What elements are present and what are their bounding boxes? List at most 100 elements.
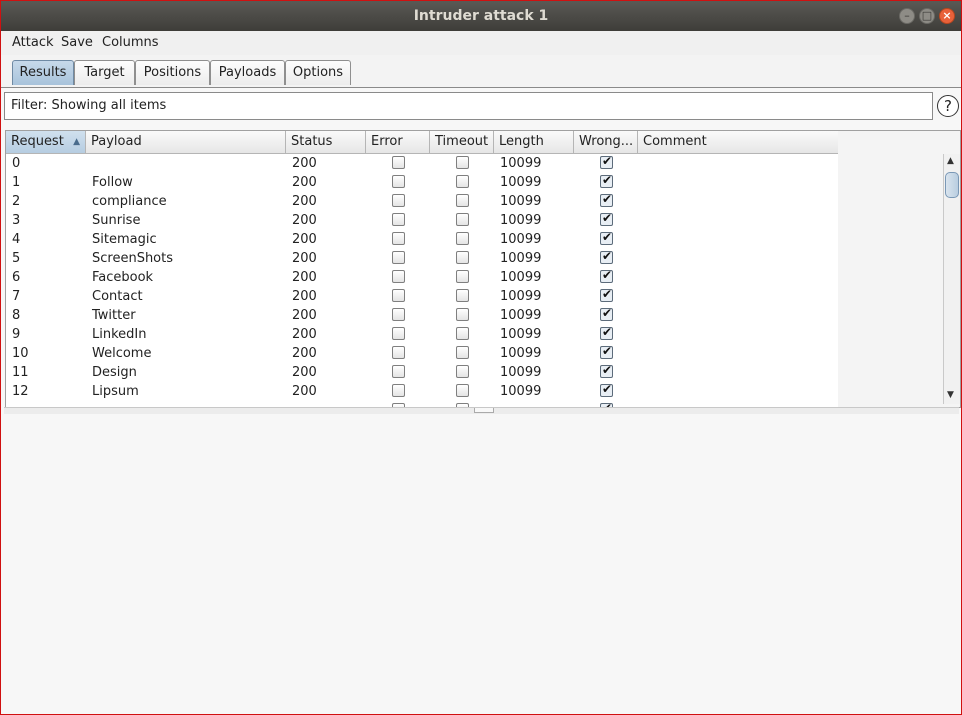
error-checkbox[interactable] bbox=[392, 270, 405, 283]
menu-columns[interactable]: Columns bbox=[102, 35, 159, 50]
column-wrong[interactable]: Wrong... bbox=[574, 131, 638, 153]
column-status[interactable]: Status bbox=[286, 131, 366, 153]
status-cell: 200 bbox=[292, 346, 317, 361]
wrong-checkbox[interactable] bbox=[600, 344, 613, 359]
table-row[interactable]: 9 LinkedIn 200 10099 bbox=[6, 325, 838, 344]
maximize-icon[interactable]: □ bbox=[919, 8, 935, 24]
timeout-checkbox[interactable] bbox=[456, 175, 469, 188]
wrong-checkbox[interactable] bbox=[600, 173, 613, 188]
error-checkbox[interactable] bbox=[392, 194, 405, 207]
error-checkbox[interactable] bbox=[392, 327, 405, 340]
request-cell: 4 bbox=[12, 232, 21, 247]
table-row[interactable]: 8 Twitter 200 10099 bbox=[6, 306, 838, 325]
wrong-checkbox[interactable] bbox=[600, 154, 613, 169]
length-cell: 10099 bbox=[500, 346, 542, 361]
comment-cell bbox=[638, 211, 838, 230]
table-row[interactable]: 6 Facebook 200 10099 bbox=[6, 268, 838, 287]
length-cell: 10099 bbox=[500, 156, 542, 171]
error-checkbox[interactable] bbox=[392, 156, 405, 169]
wrong-checkbox[interactable] bbox=[600, 363, 613, 378]
title-bar[interactable]: Intruder attack 1 – □ × bbox=[1, 1, 961, 31]
tab-results[interactable]: Results bbox=[12, 60, 74, 85]
scroll-thumb[interactable] bbox=[945, 172, 959, 198]
close-icon[interactable]: × bbox=[939, 8, 955, 24]
timeout-checkbox[interactable] bbox=[456, 308, 469, 321]
wrong-checkbox[interactable] bbox=[600, 268, 613, 283]
timeout-checkbox[interactable] bbox=[456, 365, 469, 378]
error-checkbox[interactable] bbox=[392, 365, 405, 378]
payload-cell: Design bbox=[92, 365, 137, 380]
timeout-checkbox[interactable] bbox=[456, 232, 469, 245]
tab-options[interactable]: Options bbox=[285, 60, 351, 85]
table-row[interactable]: 7 Contact 200 10099 bbox=[6, 287, 838, 306]
timeout-checkbox[interactable] bbox=[456, 251, 469, 264]
status-cell: 200 bbox=[292, 213, 317, 228]
column-comment[interactable]: Comment bbox=[638, 131, 838, 153]
column-error[interactable]: Error bbox=[366, 131, 430, 153]
results-table: Request ▲ Payload Status Error Timeout L… bbox=[5, 130, 961, 408]
error-checkbox[interactable] bbox=[392, 346, 405, 359]
split-pane-divider[interactable] bbox=[4, 407, 959, 414]
timeout-checkbox[interactable] bbox=[456, 156, 469, 169]
table-row[interactable]: 1 Follow 200 10099 bbox=[6, 173, 838, 192]
wrong-checkbox[interactable] bbox=[600, 325, 613, 340]
error-checkbox[interactable] bbox=[392, 213, 405, 226]
wrong-checkbox[interactable] bbox=[600, 211, 613, 226]
payload-cell: Welcome bbox=[92, 346, 152, 361]
status-cell: 200 bbox=[292, 232, 317, 247]
column-length[interactable]: Length bbox=[494, 131, 574, 153]
status-cell: 200 bbox=[292, 156, 317, 171]
table-row[interactable]: 0 200 10099 bbox=[6, 154, 838, 173]
timeout-checkbox[interactable] bbox=[456, 327, 469, 340]
wrong-checkbox[interactable] bbox=[600, 192, 613, 207]
timeout-checkbox[interactable] bbox=[456, 270, 469, 283]
table-row[interactable]: 3 Sunrise 200 10099 bbox=[6, 211, 838, 230]
table-row[interactable]: 2 compliance 200 10099 bbox=[6, 192, 838, 211]
request-cell: 10 bbox=[12, 346, 29, 361]
table-row[interactable]: 5 ScreenShots 200 10099 bbox=[6, 249, 838, 268]
timeout-checkbox[interactable] bbox=[456, 384, 469, 397]
comment-cell bbox=[638, 249, 838, 268]
wrong-checkbox[interactable] bbox=[600, 287, 613, 302]
timeout-checkbox[interactable] bbox=[456, 346, 469, 359]
timeout-checkbox[interactable] bbox=[456, 213, 469, 226]
error-checkbox[interactable] bbox=[392, 384, 405, 397]
error-checkbox[interactable] bbox=[392, 308, 405, 321]
menu-attack[interactable]: Attack bbox=[12, 35, 54, 50]
request-cell: 5 bbox=[12, 251, 21, 266]
menu-save[interactable]: Save bbox=[61, 35, 93, 50]
tab-payloads[interactable]: Payloads bbox=[210, 60, 285, 85]
scroll-up-icon[interactable]: ▲ bbox=[947, 156, 954, 166]
table-row[interactable]: 12 Lipsum 200 10099 bbox=[6, 382, 838, 401]
error-checkbox[interactable] bbox=[392, 175, 405, 188]
intruder-window: Intruder attack 1 – □ × Attack Save Colu… bbox=[0, 0, 962, 715]
comment-cell bbox=[638, 154, 838, 173]
tab-target[interactable]: Target bbox=[74, 60, 135, 85]
timeout-checkbox[interactable] bbox=[456, 289, 469, 302]
timeout-checkbox[interactable] bbox=[456, 194, 469, 207]
column-request-label: Request bbox=[11, 134, 64, 149]
wrong-checkbox[interactable] bbox=[600, 306, 613, 321]
error-checkbox[interactable] bbox=[392, 251, 405, 264]
length-cell: 10099 bbox=[500, 194, 542, 209]
help-icon[interactable]: ? bbox=[937, 95, 959, 117]
table-row[interactable]: 10 Welcome 200 10099 bbox=[6, 344, 838, 363]
minimize-icon[interactable]: – bbox=[899, 8, 915, 24]
wrong-checkbox[interactable] bbox=[600, 249, 613, 264]
column-payload[interactable]: Payload bbox=[86, 131, 286, 153]
request-cell: 9 bbox=[12, 327, 21, 342]
error-checkbox[interactable] bbox=[392, 232, 405, 245]
divider-grip-icon[interactable] bbox=[474, 408, 494, 413]
wrong-checkbox[interactable] bbox=[600, 230, 613, 245]
scroll-down-icon[interactable]: ▼ bbox=[947, 390, 954, 400]
error-checkbox[interactable] bbox=[392, 289, 405, 302]
length-cell: 10099 bbox=[500, 213, 542, 228]
table-row[interactable]: 4 Sitemagic 200 10099 bbox=[6, 230, 838, 249]
wrong-checkbox[interactable] bbox=[600, 382, 613, 397]
filter-bar[interactable]: Filter: Showing all items bbox=[4, 92, 933, 120]
column-timeout[interactable]: Timeout bbox=[430, 131, 494, 153]
vertical-scrollbar[interactable]: ▲ ▼ bbox=[943, 154, 960, 404]
table-row[interactable]: 11 Design 200 10099 bbox=[6, 363, 838, 382]
column-request[interactable]: Request ▲ bbox=[6, 131, 86, 153]
tab-positions[interactable]: Positions bbox=[135, 60, 210, 85]
